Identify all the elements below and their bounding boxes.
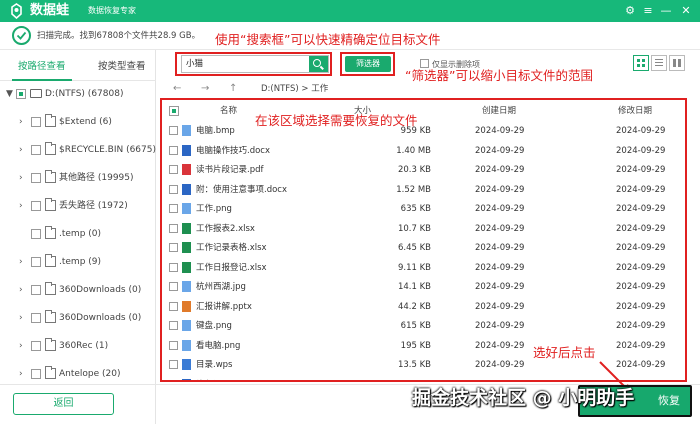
- filter-highlight-box: [340, 52, 395, 76]
- back-arrow-icon[interactable]: ←: [173, 82, 181, 96]
- folder-icon: [45, 198, 56, 211]
- file-area-highlight-box: [160, 98, 687, 382]
- watermark-text: 掘金技术社区 @ 小明助手: [412, 387, 635, 409]
- tree-item-recycle-bin[interactable]: › $RECYCLE.BIN (6675): [0, 142, 156, 158]
- tree-root-drive[interactable]: ▼ D:(NTFS) (67808): [0, 86, 156, 102]
- tree-item-label: 360Rec (1): [59, 341, 109, 351]
- expand-arrow-icon[interactable]: ›: [19, 283, 23, 297]
- folder-icon: [45, 310, 56, 323]
- app-subtitle: 数据恢复专家: [88, 6, 136, 15]
- frog-logo-icon: [11, 3, 22, 19]
- app-name: 数据蛙: [30, 3, 70, 18]
- tree-checkbox[interactable]: [31, 229, 41, 239]
- grid-view-icon[interactable]: [633, 55, 649, 71]
- tree-checkbox[interactable]: [31, 257, 41, 267]
- tree-item-label: $RECYCLE.BIN (6675): [59, 145, 156, 155]
- list-view-icon[interactable]: [651, 55, 667, 71]
- tree-item-label: 其他路径 (19995): [59, 173, 134, 183]
- check-circle-icon: [12, 26, 31, 45]
- close-icon[interactable]: ✕: [678, 3, 694, 19]
- tree-item-label: 360Downloads (0): [59, 313, 142, 323]
- tree-item-label: $Extend (6): [59, 117, 112, 127]
- tab-by-type[interactable]: 按类型查看: [98, 60, 146, 74]
- tree-item-other-paths[interactable]: › 其他路径 (19995): [0, 170, 156, 186]
- expand-arrow-icon[interactable]: ›: [19, 255, 23, 269]
- forward-arrow-icon[interactable]: →: [201, 82, 209, 96]
- folder-icon: [45, 114, 56, 127]
- scan-status-text: 扫描完成。找到67808个文件共28.9 GB。: [37, 31, 201, 41]
- folder-icon: [45, 282, 56, 295]
- expand-arrow-icon[interactable]: ›: [19, 199, 23, 213]
- tree-item-lost-paths[interactable]: › 丢失路径 (1972): [0, 198, 156, 214]
- tree-item-label: Antelope (20): [59, 369, 121, 379]
- tree-item-360rec[interactable]: › 360Rec (1): [0, 338, 156, 354]
- show-deleted-checkbox[interactable]: [420, 59, 429, 68]
- title-bar: 数据蛙 数据恢复专家 ⚙ ≡ — ✕: [0, 0, 700, 22]
- tree-checkbox[interactable]: [31, 173, 41, 183]
- tree-checkbox[interactable]: [31, 285, 41, 295]
- tree-checkbox[interactable]: [31, 341, 41, 351]
- tab-by-path[interactable]: 按路径查看: [18, 60, 66, 74]
- back-button[interactable]: 返回: [13, 393, 114, 415]
- tree-item-temp-1[interactable]: .temp (0): [0, 226, 156, 242]
- tree-item-extend[interactable]: › $Extend (6): [0, 114, 156, 130]
- tree-item-label: D:(NTFS) (67808): [45, 89, 124, 99]
- tree-item-antelope[interactable]: › Antelope (20): [0, 366, 156, 382]
- tree-item-label: .temp (9): [59, 257, 102, 267]
- folder-icon: [45, 170, 56, 183]
- area-annotation: 在该区域选择需要恢复的文件: [255, 113, 418, 128]
- current-path: D:(NTFS) > 工作: [261, 84, 329, 94]
- folder-icon: [45, 142, 56, 155]
- folder-icon: [45, 366, 56, 379]
- expand-arrow-icon[interactable]: ▼: [6, 87, 13, 101]
- folder-icon: [45, 226, 56, 239]
- search-annotation: 使用“搜索框”可以快速精确定位目标文件: [215, 32, 441, 47]
- folder-icon: [45, 338, 56, 351]
- tree-item-temp-2[interactable]: › .temp (9): [0, 254, 156, 270]
- settings-icon[interactable]: ⚙: [622, 3, 638, 19]
- tree-item-360downloads-2[interactable]: › 360Downloads (0): [0, 310, 156, 326]
- tree-checkbox[interactable]: [31, 201, 41, 211]
- tree-checkbox[interactable]: [16, 89, 26, 99]
- up-arrow-icon[interactable]: ↑: [229, 82, 237, 96]
- expand-arrow-icon[interactable]: ›: [19, 367, 23, 381]
- expand-arrow-icon[interactable]: ›: [19, 143, 23, 157]
- menu-icon[interactable]: ≡: [640, 3, 656, 19]
- tree-checkbox[interactable]: [31, 117, 41, 127]
- tree-item-label: 360Downloads (0): [59, 285, 142, 295]
- sidebar: 按路径查看 按类型查看 ▼ D:(NTFS) (67808) › $Extend…: [0, 50, 156, 424]
- search-highlight-box: [175, 52, 332, 76]
- filter-annotation: “筛选器”可以缩小目标文件的范围: [405, 68, 593, 83]
- tree-checkbox[interactable]: [31, 369, 41, 379]
- tree-item-label: .temp (0): [59, 229, 102, 239]
- tree-item-label: 丢失路径 (1972): [59, 201, 128, 211]
- expand-arrow-icon[interactable]: ›: [19, 311, 23, 325]
- folder-icon: [45, 254, 56, 267]
- expand-arrow-icon[interactable]: ›: [19, 339, 23, 353]
- detail-view-icon[interactable]: [669, 55, 685, 71]
- tree-checkbox[interactable]: [31, 145, 41, 155]
- expand-arrow-icon[interactable]: ›: [19, 171, 23, 185]
- tree-checkbox[interactable]: [31, 313, 41, 323]
- tree-item-360downloads-1[interactable]: › 360Downloads (0): [0, 282, 156, 298]
- minimize-icon[interactable]: —: [658, 3, 674, 19]
- expand-arrow-icon[interactable]: ›: [19, 115, 23, 129]
- click-annotation: 选好后点击: [533, 345, 596, 360]
- drive-icon: [30, 89, 42, 98]
- active-tab-indicator: [12, 79, 72, 81]
